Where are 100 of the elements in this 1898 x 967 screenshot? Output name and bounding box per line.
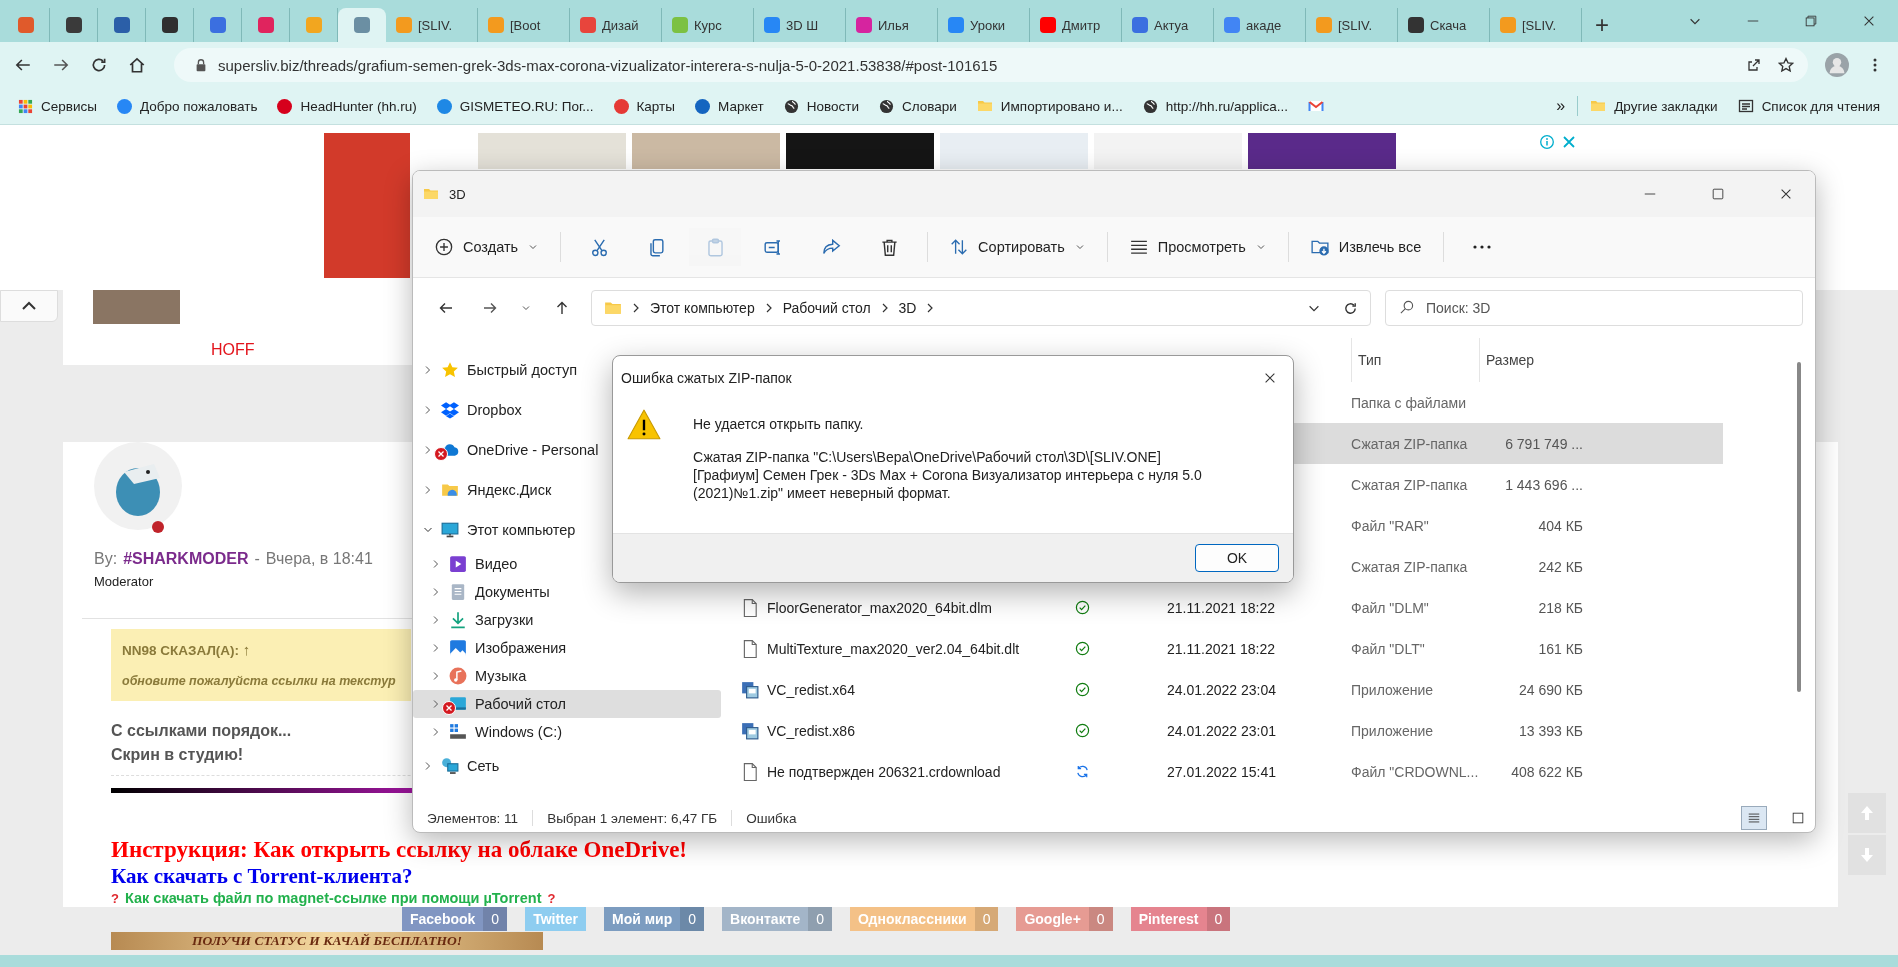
chevron-right-icon xyxy=(423,405,433,415)
book-cover-placeholder[interactable] xyxy=(632,133,780,169)
more-bookmarks-button[interactable]: » xyxy=(1548,93,1574,119)
search-field[interactable]: Поиск: 3D xyxy=(1385,290,1803,326)
book-cover-placeholder[interactable] xyxy=(940,133,1088,169)
breadcrumb-item[interactable]: 3D xyxy=(898,300,917,316)
file-row[interactable]: VC_redist.x64 24.01.2022 23:04 Приложение 24 690 КБ xyxy=(729,669,1723,710)
post-link[interactable]: Как скачать с Torrent-клиента? xyxy=(111,863,413,889)
toolbar-button[interactable]: Сортировать xyxy=(940,228,1095,266)
toolbar-button[interactable]: Просмотреть xyxy=(1119,228,1276,266)
file-row[interactable]: MultiTexture_max2020_ver2.04_64bit.dlt 21.11.2021 18:22 Файл "DLT" 161 КБ xyxy=(729,628,1723,669)
toolbar-button[interactable]: Создать xyxy=(425,228,549,266)
chevron-right-icon xyxy=(423,445,433,455)
back-arrow-icon xyxy=(438,300,454,316)
globe-icon xyxy=(783,98,799,114)
nav-item[interactable]: Загрузки xyxy=(413,606,729,634)
star-icon xyxy=(441,361,459,379)
menu-icon xyxy=(1873,57,1877,73)
book-cover-placeholder[interactable] xyxy=(478,133,626,169)
bookmark[interactable]: Список для чтения xyxy=(1729,94,1888,118)
selection-info: Выбран 1 элемент: 6,47 ГБ xyxy=(547,810,718,826)
share-icon xyxy=(821,237,841,257)
folder-arrow-icon xyxy=(1310,238,1329,256)
folder-icon xyxy=(976,98,993,114)
scroll-up-button[interactable] xyxy=(1848,793,1886,833)
forward-arrow-icon xyxy=(482,300,498,316)
close-icon xyxy=(1263,371,1277,385)
book-cover-placeholder[interactable] xyxy=(324,133,410,278)
nav-item[interactable]: Сеть xyxy=(413,746,729,786)
folder-icon xyxy=(1590,98,1607,114)
share-button[interactable]: Мой мир 0 xyxy=(604,907,705,931)
nav-item[interactable]: Windows (C:) xyxy=(413,718,729,746)
bookmark[interactable]: GISMETEO.RU: Пог... xyxy=(428,94,602,118)
bookmark[interactable]: Импортировано и... xyxy=(968,94,1131,118)
file-row[interactable]: FloorGenerator_max2020_64bit.dlm 21.11.2021 18:22 Файл "DLM" 218 КБ xyxy=(729,587,1723,628)
post-text: С ссылками порядок... xyxy=(111,721,292,741)
chevron-right-icon xyxy=(423,761,433,771)
up-arrow-icon xyxy=(1859,805,1875,821)
address-bar[interactable]: Этот компьютер Рабочий стол 3D xyxy=(591,290,1371,326)
column-header[interactable]: Тип xyxy=(1351,338,1479,382)
post-link[interactable]: Инструкция: Как открыть ссылку на облаке OneDrive! xyxy=(111,837,687,863)
window-title: 3D xyxy=(449,186,466,202)
column-header[interactable]: Размер xyxy=(1479,338,1583,382)
monitor-icon xyxy=(441,521,459,539)
bookmark[interactable]: Новости xyxy=(775,94,867,118)
chevron-right-icon xyxy=(431,699,441,709)
file-row[interactable]: Не подтвержден 206321.crdownload 27.01.2022 15:41 Файл "CRDOWNL... 408 622 КБ xyxy=(729,751,1723,792)
dialog-heading: Не удается открыть папку. xyxy=(693,416,865,432)
jump-to-quote-link[interactable]: ↑ xyxy=(242,641,251,658)
promo-banner[interactable]: ПОЛУЧИ СТАТУС И КАЧАЙ БЕСПЛАТНО! xyxy=(111,932,543,950)
bookmark[interactable]: Маркет xyxy=(687,94,772,118)
chevron-down-icon xyxy=(1074,242,1085,252)
book-cover-placeholder[interactable] xyxy=(1094,133,1242,169)
clipboard-icon xyxy=(705,237,725,257)
address-bar[interactable]: supersliv.biz/threads/grafium-semen-grek-3ds-max-corona-vizualizator-interera-s-nulja-5-0-2021.53838/#post-101615 xyxy=(174,48,1808,82)
folder-icon xyxy=(604,299,622,317)
nav-item[interactable]: Документы xyxy=(413,578,729,606)
maximize-icon xyxy=(1711,187,1725,201)
chevron-right-icon xyxy=(764,303,773,313)
toolbar-button[interactable]: Извлечь все xyxy=(1300,228,1432,266)
bookmark[interactable]: Карты xyxy=(605,94,683,118)
close-icon xyxy=(1779,187,1793,201)
bookmark[interactable]: Добро пожаловать xyxy=(108,94,266,118)
nav-item[interactable]: Рабочий стол xyxy=(413,690,721,718)
chevron-right-icon xyxy=(431,643,441,653)
file-row[interactable]: VC_redist.x86 24.01.2022 23:01 Приложение 13 393 КБ xyxy=(729,710,1723,751)
star-icon xyxy=(1778,57,1794,73)
bookmark[interactable]: HeadHunter (hh.ru) xyxy=(269,94,425,118)
bookmark[interactable]: Сервисы xyxy=(10,94,105,118)
download-arrow-icon xyxy=(449,611,467,629)
bookmark[interactable]: Словари xyxy=(870,94,965,118)
view-toggle[interactable] xyxy=(1741,806,1767,830)
chevron-down-icon xyxy=(423,525,433,535)
item-count: Элементов: 11 xyxy=(427,810,519,826)
nav-item[interactable]: Музыка xyxy=(413,662,729,690)
scissors-icon xyxy=(589,237,609,257)
post-time: Вчера, в 18:41 xyxy=(265,550,373,568)
file-icon xyxy=(741,639,759,658)
scroll-down-button[interactable] xyxy=(1848,835,1886,875)
question-mark-icon: ? xyxy=(547,890,556,906)
bookmark[interactable]: http://hh.ru/applica... xyxy=(1134,94,1296,118)
nav-item[interactable]: Изображения xyxy=(413,634,729,662)
bookmark[interactable]: Другие закладки xyxy=(1582,94,1726,118)
share-button[interactable]: Facebook 0 xyxy=(402,907,508,931)
ad-caption[interactable]: HOFF xyxy=(211,341,255,359)
home-icon xyxy=(128,56,146,74)
author-link[interactable]: #SHARKMODER xyxy=(123,550,249,568)
chevron-right-icon xyxy=(926,303,935,313)
chevron-down-icon xyxy=(1255,242,1266,252)
dialog-title: Ошибка сжатых ZIP-папок xyxy=(621,370,792,386)
reading-list-icon xyxy=(1737,98,1754,114)
close-icon xyxy=(1862,14,1876,28)
breadcrumb-item[interactable]: Рабочий стол xyxy=(782,300,871,316)
profile-avatar-icon xyxy=(1825,53,1849,77)
ok-button[interactable]: OK xyxy=(1195,544,1279,572)
file-icon xyxy=(741,762,759,781)
new-tab-button[interactable]: + xyxy=(1582,8,1622,42)
breadcrumb-item[interactable]: Этот компьютер xyxy=(650,300,755,316)
author-label: By: xyxy=(94,550,118,568)
scroll-to-top-button[interactable] xyxy=(0,290,58,322)
